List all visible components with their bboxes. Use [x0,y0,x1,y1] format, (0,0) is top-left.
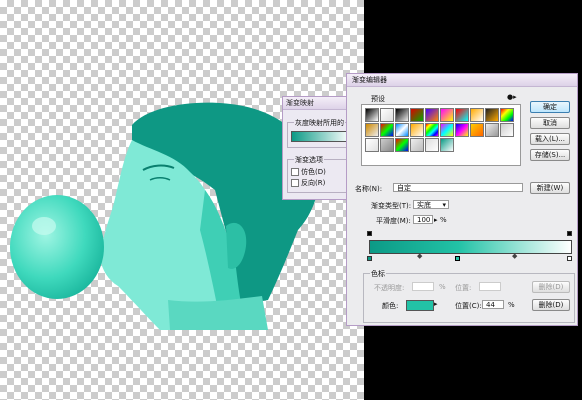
grayscale-group: 灰度映射所用的 [287,118,351,148]
color-menu-arrow-icon[interactable]: ▸ [434,300,438,308]
delete-button[interactable]: 删除(D) [532,299,570,311]
color-swatch[interactable] [406,300,434,311]
preset-swatch[interactable] [410,138,424,152]
preset-swatch[interactable] [380,138,394,152]
midpoint-diamond-left[interactable]: ◆ [417,252,422,260]
load-button[interactable]: 载入(L)... [530,133,570,145]
bubble-highlight [32,217,56,235]
preset-swatch[interactable] [470,108,484,122]
ok-button[interactable]: 确定 [530,101,570,113]
color-stops-label: 色标 [370,269,386,279]
preset-swatch[interactable] [365,123,379,137]
color-stop-left[interactable] [367,256,372,261]
options-group-label: 渐变选项 [294,155,324,165]
location-input[interactable]: 44 [482,300,504,309]
cancel-button[interactable]: 取消 [530,117,570,129]
new-button[interactable]: 新建(W) [530,182,570,194]
options-group: 渐变选项 仿色(D) 反向(R) [287,155,349,193]
presets-label: 预设 [371,95,385,103]
gradient-map-preview[interactable] [291,131,351,142]
gradient-editor-titlebar[interactable]: 渐变编辑器 [347,74,577,87]
reverse-check-box[interactable] [291,179,299,187]
reverse-checkbox[interactable]: 反向(R) [291,178,325,188]
preset-swatch[interactable] [365,138,379,152]
dither-checkbox[interactable]: 仿色(D) [291,167,326,177]
preset-swatch[interactable] [485,108,499,122]
smoothness-input[interactable]: 100 [413,215,433,224]
preset-swatch[interactable] [500,108,514,122]
location-input-top [479,282,501,291]
smoothness-stepper-icon[interactable]: ▸ [434,216,438,224]
preset-swatch[interactable] [500,123,514,137]
preset-swatch[interactable] [425,108,439,122]
smoothness-label: 平滑度(M): [376,217,411,225]
preset-swatch[interactable] [365,108,379,122]
color-stops-group: 色标 不透明度: % 位置: 删除(D) 颜色: ▸ 位置(C): 44 % 删… [363,269,575,323]
location-unit: % [508,301,515,309]
preset-swatch[interactable] [485,123,499,137]
dither-check-box[interactable] [291,168,299,176]
chevron-down-icon: ▾ [442,201,446,209]
opacity-stop-left[interactable] [367,231,372,236]
grayscale-group-label: 灰度映射所用的 [294,118,345,128]
opacity-unit: % [439,283,446,291]
gradient-map-dialog: 渐变映射 灰度映射所用的 渐变选项 仿色(D) 反向(R) [282,96,351,200]
location-label: 位置(C): [455,302,482,310]
preset-swatch[interactable] [410,123,424,137]
gradient-editor-dialog: 渐变编辑器 预设 ●▸ 确定 取消 载入(L)... 存储(S)... 名称(N… [346,73,578,326]
delete-button-top: 删除(D) [532,281,570,293]
name-label: 名称(N): [355,185,383,193]
save-button[interactable]: 存储(S)... [530,149,570,161]
midpoint-diamond-right[interactable]: ◆ [512,252,517,260]
preset-swatch[interactable] [380,123,394,137]
opacity-stop-right[interactable] [567,231,572,236]
preset-swatch[interactable] [380,108,394,122]
dither-label: 仿色(D) [301,168,326,176]
opacity-input [412,282,434,291]
preset-swatch[interactable] [395,123,409,137]
color-label: 颜色: [382,302,399,310]
preset-swatch[interactable] [440,123,454,137]
gradient-bar[interactable] [369,240,572,254]
gradient-type-select[interactable]: 实底 ▾ [413,200,449,209]
smoothness-unit: % [440,216,447,224]
gradient-map-titlebar[interactable]: 渐变映射 [283,97,347,110]
preset-swatch[interactable] [440,138,454,152]
presets-panel [361,104,521,166]
presets-menu-icon[interactable]: ●▸ [507,93,517,101]
preset-swatch[interactable] [455,108,469,122]
bubble-gum [10,195,104,299]
preset-swatch[interactable] [455,123,469,137]
gradient-type-value: 实底 [417,201,431,209]
preset-swatch[interactable] [410,108,424,122]
preset-swatch[interactable] [425,123,439,137]
opacity-label: 不透明度: [374,284,405,292]
preset-swatch[interactable] [470,123,484,137]
color-stop-right[interactable] [567,256,572,261]
preset-swatch[interactable] [395,138,409,152]
preset-swatch[interactable] [425,138,439,152]
preset-swatch[interactable] [395,108,409,122]
color-stop-selected[interactable] [455,256,460,261]
preset-swatch[interactable] [440,108,454,122]
photo-layer [10,102,319,330]
name-input[interactable]: 自定 [393,183,523,192]
location-label-top: 位置: [455,284,472,292]
gradient-type-label: 渐变类型(T): [371,202,412,210]
reverse-label: 反向(R) [301,179,326,187]
